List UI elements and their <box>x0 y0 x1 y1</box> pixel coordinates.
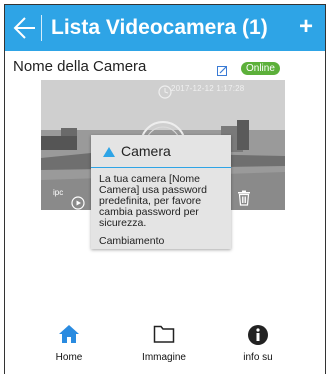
folder-icon <box>153 325 175 343</box>
playback-icon[interactable] <box>71 196 85 210</box>
edit-icon[interactable] <box>217 65 228 76</box>
ipc-label: ipc <box>53 188 64 197</box>
back-button[interactable] <box>11 13 37 43</box>
tab-home-label: Home <box>55 352 83 363</box>
tab-bar: Home Immagine info su <box>5 318 325 370</box>
page-title: Lista Videocamera (1) <box>51 16 268 39</box>
top-bar: Lista Videocamera (1) + <box>5 5 325 51</box>
triangle-up-icon <box>103 147 115 157</box>
change-password-button[interactable]: Cambiamento <box>99 235 164 247</box>
camera-name: Nome della Camera <box>13 58 147 75</box>
password-warning-popup: Camera La tua camera [Nome Camera] usa p… <box>91 135 231 249</box>
back-arrow-icon <box>13 17 35 39</box>
tab-info[interactable]: info su <box>218 318 298 370</box>
tab-immagine[interactable]: Immagine <box>124 318 204 370</box>
info-icon <box>248 325 268 345</box>
popup-header: Camera <box>91 135 231 168</box>
popup-message: La tua camera [Nome Camera] usa password… <box>99 173 207 229</box>
app-frame: Lista Videocamera (1) + Nome della Camer… <box>4 4 326 374</box>
tab-immagine-label: Immagine <box>142 352 186 363</box>
trash-icon[interactable] <box>237 190 251 206</box>
preview-timestamp: 2017-12-12 1:17:28 <box>171 84 245 93</box>
home-icon <box>59 325 79 343</box>
popup-title: Camera <box>121 143 171 159</box>
tab-home[interactable]: Home <box>29 318 109 370</box>
status-badge: Online <box>241 62 280 75</box>
tab-info-label: info su <box>243 352 273 363</box>
title-separator <box>41 15 42 41</box>
add-camera-button[interactable]: + <box>299 13 313 41</box>
